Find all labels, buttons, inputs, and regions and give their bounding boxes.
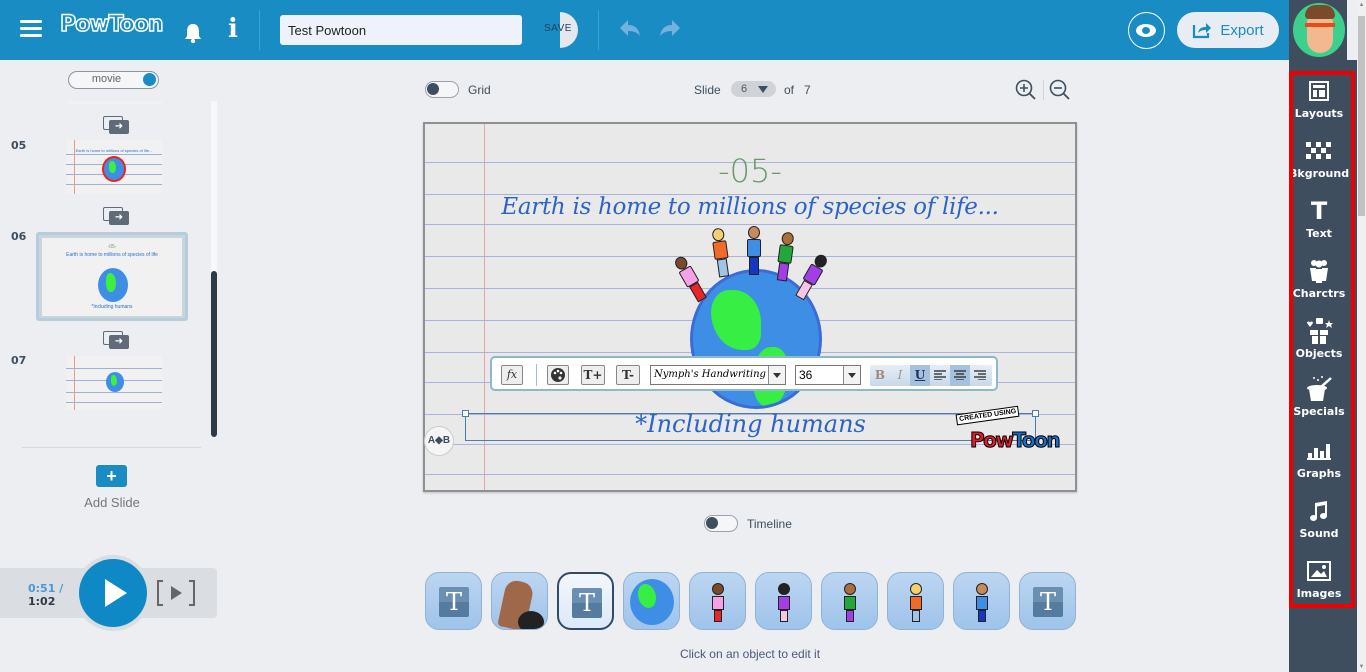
slides-scrollbar[interactable] — [211, 101, 217, 437]
font-size-select[interactable]: 36 — [795, 365, 861, 385]
transition-icon[interactable]: ➜ — [103, 116, 129, 134]
chevron-down-icon — [843, 366, 860, 384]
of-label: of — [784, 83, 795, 97]
slide-headline[interactable]: Earth is home to millions of species of … — [425, 194, 1075, 220]
info-icon[interactable]: i — [228, 14, 238, 44]
object-globe[interactable] — [623, 572, 680, 630]
align-left-icon — [934, 370, 946, 381]
italic-button[interactable]: I — [890, 365, 910, 386]
divider — [598, 10, 599, 50]
object-text-2[interactable]: T — [1019, 572, 1076, 630]
zoom-in-icon[interactable] — [1015, 79, 1037, 101]
preview-button[interactable] — [1128, 12, 1165, 49]
text-edit-toolbar: fx T+ T- Nymph's Handwriting 36 B I U — [490, 356, 998, 391]
toolbar-highlight — [1289, 71, 1355, 608]
slide-number-title[interactable]: -05- — [425, 152, 1075, 190]
object-image-hand[interactable] — [491, 572, 548, 630]
timeline-toggle[interactable] — [704, 515, 738, 532]
align-center-icon — [954, 370, 966, 381]
chevron-down-icon — [768, 366, 785, 384]
save-button[interactable]: SAVE — [540, 12, 580, 48]
text-object-icon: T — [572, 588, 602, 618]
transition-icon[interactable]: ➜ — [103, 331, 129, 349]
ab-transition-button[interactable]: A◆B — [424, 426, 454, 456]
grid-label: Grid — [468, 83, 491, 97]
object-character[interactable] — [821, 572, 878, 630]
powtoon-logo[interactable]: PowToon — [59, 11, 164, 38]
font-family-select[interactable]: Nymph's Handwriting — [650, 365, 786, 385]
add-slide-button[interactable]: + — [96, 465, 127, 487]
decrease-font-button[interactable]: T- — [616, 365, 640, 385]
user-menu[interactable] — [1289, 0, 1347, 60]
edit-hint: Click on an object to edit it — [679, 647, 821, 661]
color-palette-button[interactable] — [547, 365, 569, 385]
globe-icon — [630, 579, 674, 625]
slide-thumbnail-partial[interactable] — [66, 101, 162, 104]
export-button[interactable]: Export — [1177, 12, 1279, 48]
redo-icon[interactable] — [658, 18, 682, 44]
play-button[interactable] — [79, 559, 147, 627]
slide-thumbnail-06-selected[interactable]: -05- Earth is home to millions of specie… — [36, 232, 188, 321]
character-boy-orange[interactable] — [709, 227, 732, 281]
avatar[interactable] — [1293, 3, 1345, 57]
align-center-button[interactable] — [950, 365, 970, 386]
timeline-label: Timeline — [747, 517, 792, 531]
underline-button[interactable]: U — [910, 365, 930, 386]
zoom-out-icon[interactable] — [1049, 79, 1071, 101]
slide-label: Slide — [694, 83, 721, 97]
selected-text-element[interactable]: *Including humans — [465, 410, 1036, 438]
character-girl-pink[interactable] — [671, 253, 711, 306]
project-title-input[interactable] — [280, 15, 522, 45]
slide-number: 05 — [11, 139, 27, 152]
character-girl-green[interactable] — [773, 231, 796, 285]
slide-thumbnail-05[interactable]: Earth is home to millions of species of … — [66, 140, 162, 194]
bold-button[interactable]: B — [870, 365, 890, 386]
slide-total: 7 — [804, 83, 811, 97]
align-right-icon — [974, 370, 986, 381]
text-effects-button[interactable]: fx — [501, 365, 523, 385]
align-left-button[interactable] — [930, 365, 950, 386]
top-bar: PowToon i SAVE Export — [0, 0, 1289, 60]
eye-icon — [1136, 24, 1156, 37]
text-object-icon: T — [439, 587, 469, 617]
grid-toggle[interactable] — [425, 81, 459, 98]
add-slide-label[interactable]: Add Slide — [60, 495, 164, 510]
transition-icon[interactable]: ➜ — [103, 207, 129, 225]
movie-mode-toggle[interactable]: movie — [68, 71, 159, 89]
object-character[interactable] — [953, 572, 1010, 630]
powtoon-watermark: CREATED USING PowToon — [955, 405, 1061, 460]
slide-number: 07 — [11, 354, 27, 367]
object-text-selected[interactable]: T — [557, 572, 614, 630]
undo-icon[interactable] — [618, 18, 642, 44]
slide-number-select[interactable]: 6 — [731, 81, 776, 97]
palette-icon — [551, 368, 565, 382]
object-character[interactable] — [755, 572, 812, 630]
page-scrollbar[interactable]: ▲ ▼ — [1357, 0, 1366, 672]
text-object-icon: T — [1033, 587, 1063, 617]
divider — [259, 10, 260, 50]
character-boy-blue[interactable] — [746, 226, 762, 278]
menu-icon[interactable] — [20, 20, 42, 38]
slide-thumbnail-07[interactable] — [66, 356, 162, 410]
align-right-button[interactable] — [970, 365, 990, 386]
bell-icon[interactable] — [184, 22, 202, 49]
character-girl-purple[interactable] — [791, 251, 831, 304]
object-character[interactable] — [887, 572, 944, 630]
divider — [22, 447, 201, 448]
current-time: 0:51 / — [28, 582, 64, 595]
total-time: 1:02 — [28, 595, 56, 608]
play-scene-button[interactable] — [157, 580, 195, 606]
format-group: B I U — [870, 365, 992, 386]
slide-number: 06 — [11, 230, 27, 243]
export-icon — [1193, 23, 1212, 39]
object-character[interactable] — [689, 572, 746, 630]
object-text-1[interactable]: T — [425, 572, 482, 630]
increase-font-button[interactable]: T+ — [581, 365, 605, 385]
